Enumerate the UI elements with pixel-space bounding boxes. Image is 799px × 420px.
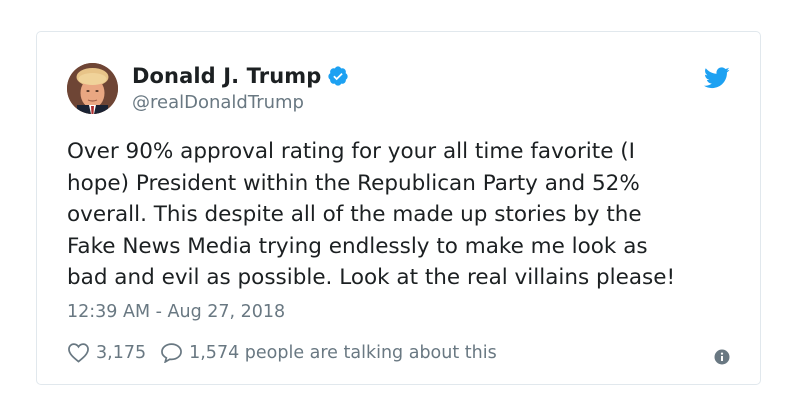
conversation-link[interactable]: 1,574 people are talking about this bbox=[160, 342, 497, 363]
tweet-text: Over 90% approval rating for your all ti… bbox=[67, 136, 747, 294]
verified-badge-icon bbox=[327, 65, 349, 87]
twitter-bird-icon[interactable] bbox=[703, 67, 730, 89]
speech-bubble-icon bbox=[160, 342, 183, 363]
conversation-count: 1,574 people are talking about this bbox=[189, 342, 497, 363]
author-handle[interactable]: @realDonaldTrump bbox=[132, 92, 304, 113]
tweet-text-line: bad and evil as possible. Look at the re… bbox=[67, 265, 676, 290]
action-bar: 3,175 1,574 people are talking about thi… bbox=[67, 342, 497, 363]
author-name-row[interactable]: Donald J. Trump bbox=[132, 64, 349, 88]
heart-icon bbox=[67, 342, 90, 363]
tweet-text-line: Fake News Media trying endlessly to make… bbox=[67, 233, 648, 259]
author-name[interactable]: Donald J. Trump bbox=[132, 64, 321, 88]
tweet-card[interactable]: Donald J. Trump @realDonaldTrump Over 90… bbox=[36, 31, 761, 385]
tweet-text-line: Over 90% approval rating for your all ti… bbox=[67, 139, 635, 164]
info-icon[interactable] bbox=[714, 349, 730, 365]
tweet-timestamp[interactable]: 12:39 AM - Aug 27, 2018 bbox=[67, 302, 285, 322]
like-button[interactable]: 3,175 bbox=[67, 342, 146, 363]
avatar[interactable] bbox=[67, 63, 118, 114]
tweet-text-line: hope) President within the Republican Pa… bbox=[67, 170, 640, 196]
tweet-text-line: overall. This despite all of the made up… bbox=[67, 202, 642, 227]
like-count: 3,175 bbox=[96, 342, 147, 363]
